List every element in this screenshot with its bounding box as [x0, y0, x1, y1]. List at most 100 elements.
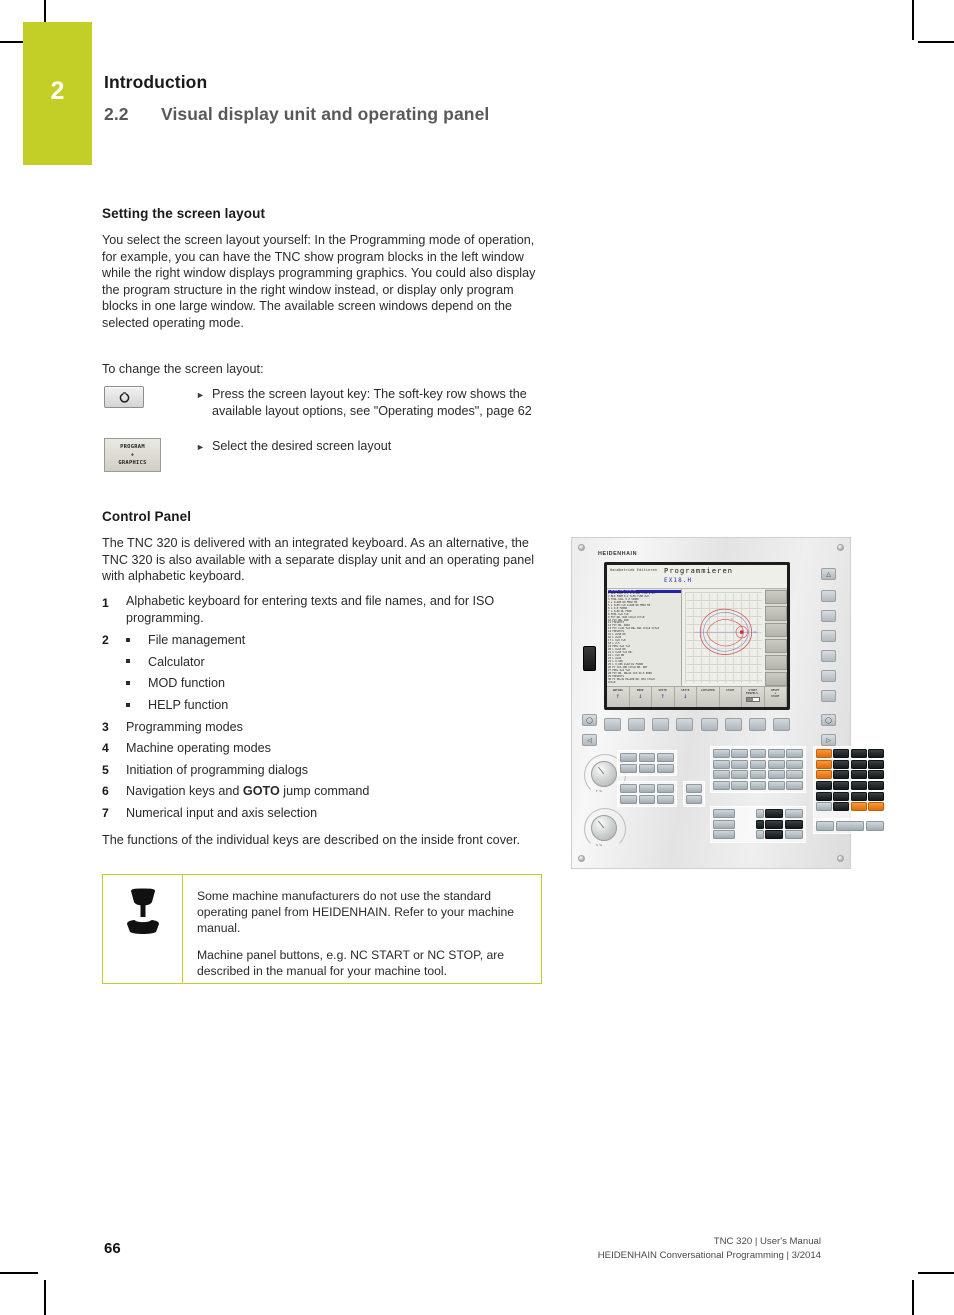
key-page-down[interactable] [784, 830, 803, 840]
key-tool-def[interactable] [713, 749, 730, 759]
key-1[interactable] [833, 770, 850, 780]
key-7[interactable] [833, 749, 850, 759]
key-blank-1[interactable] [638, 753, 656, 763]
key-programming[interactable] [686, 784, 702, 794]
key-arrow-up[interactable] [765, 809, 784, 819]
key-pgm-call[interactable] [786, 780, 803, 790]
key-cycle-call[interactable] [731, 770, 749, 780]
key-cycle-def[interactable] [713, 770, 730, 780]
key-manual-operation[interactable] [620, 784, 637, 794]
side-button-left-arrow[interactable]: ◁ [582, 734, 597, 746]
side-button-error[interactable]: △ [821, 568, 836, 580]
key-help[interactable] [657, 763, 674, 773]
key-end-bottom[interactable] [865, 821, 884, 832]
softkey-button[interactable] [700, 718, 718, 731]
softkey-button[interactable] [604, 718, 621, 731]
key-q-parameter[interactable] [850, 791, 867, 801]
key-3[interactable] [868, 770, 884, 780]
softkey-button[interactable] [748, 718, 766, 731]
vertical-softkey[interactable] [765, 671, 787, 686]
key-arrow-down[interactable] [765, 830, 784, 840]
vertical-softkey[interactable] [765, 590, 787, 605]
key-lbl-call[interactable] [731, 780, 749, 790]
key-5[interactable] [850, 759, 867, 769]
key-program-run[interactable] [686, 794, 702, 804]
key-arrow-left[interactable] [756, 819, 764, 829]
key-chamfer[interactable] [713, 759, 730, 769]
key-print-2[interactable] [713, 819, 736, 829]
key-single-block[interactable] [620, 794, 637, 804]
key-goto[interactable] [765, 819, 784, 829]
vertical-softkey[interactable] [765, 638, 787, 654]
key-percent[interactable] [833, 791, 850, 801]
key-print-3[interactable] [713, 830, 736, 840]
screen-softkey[interactable]: ENDE ↓ [629, 687, 652, 707]
side-button-softkey-6[interactable] [821, 690, 836, 702]
screen-softkey[interactable]: RESET + START [764, 687, 787, 707]
key-circle-c[interactable] [749, 759, 767, 769]
side-button-softkey-5[interactable] [821, 670, 836, 682]
key-full-sequence[interactable] [638, 794, 656, 804]
key-tool-call[interactable] [731, 749, 749, 759]
key-line-l[interactable] [786, 749, 803, 759]
softkey-button[interactable] [676, 718, 694, 731]
softkey-button[interactable] [652, 718, 670, 731]
screen-softkey[interactable]: ANFANG ↑ [607, 687, 630, 707]
screen-softkey[interactable]: SEITE ↑ [652, 687, 675, 707]
key-spec-fct-2[interactable] [767, 780, 785, 790]
key-0[interactable] [833, 780, 850, 790]
key-axis-y[interactable] [816, 759, 832, 769]
key-positioning-manual[interactable] [657, 784, 674, 794]
key-touch-probe[interactable] [749, 770, 767, 780]
screen-softkey[interactable]: SEITE ↓ [674, 687, 697, 707]
softkey-button[interactable] [724, 718, 742, 731]
screen-softkey[interactable]: START [719, 687, 742, 707]
key-approach-depart[interactable] [786, 770, 803, 780]
key-axis-v[interactable] [816, 791, 832, 801]
side-button-left-shift[interactable]: ◯ [582, 714, 597, 726]
key-lbl-set-2[interactable] [749, 780, 767, 790]
key-circle-ct[interactable] [767, 759, 785, 769]
key-home[interactable] [756, 809, 764, 819]
key-ce[interactable] [816, 802, 832, 812]
side-button-softkey-3[interactable] [821, 630, 836, 642]
side-button-screen-layout[interactable]: ◯ [821, 714, 836, 726]
key-calc-bottom[interactable] [816, 821, 835, 832]
side-button-softkey-2[interactable] [821, 610, 836, 622]
key-9[interactable] [868, 749, 884, 759]
softkey-button[interactable] [772, 718, 790, 731]
key-calc[interactable] [620, 763, 637, 773]
key-spec-fct[interactable] [749, 749, 767, 759]
key-pgm-mgt[interactable] [620, 753, 637, 763]
key-axis-z[interactable] [816, 770, 832, 780]
program-block-list[interactable]: 0 BEGIN PGM EX18 MM 1 BLK FORM 0.1 Z X-10… [607, 589, 681, 686]
key-sign-toggle[interactable] [868, 780, 884, 790]
key-decimal-point[interactable] [850, 780, 867, 790]
key-rounding-rnd[interactable] [786, 759, 803, 769]
key-erase[interactable] [657, 753, 674, 763]
key-fk-free-contour[interactable] [767, 770, 785, 780]
screen-softkey[interactable]: START EINZELS. [742, 687, 765, 707]
screen-softkey[interactable]: LOESCHEN [697, 687, 720, 707]
key-stop[interactable] [713, 780, 730, 790]
key-lbl-set[interactable] [767, 749, 785, 759]
vertical-softkey[interactable] [765, 606, 787, 621]
key-print[interactable] [713, 809, 736, 819]
screen-layout-key-icon[interactable] [104, 386, 144, 408]
key-2[interactable] [850, 770, 867, 780]
side-button-right-arrow[interactable]: ▷ [821, 734, 836, 746]
key-page-up[interactable] [784, 809, 803, 819]
key-8[interactable] [850, 749, 867, 759]
key-circle-cc[interactable] [731, 759, 749, 769]
key-axis-iv[interactable] [816, 780, 832, 790]
key-axis-x[interactable] [816, 749, 832, 759]
vertical-softkey[interactable] [765, 622, 787, 637]
key-noent[interactable] [850, 802, 867, 812]
vertical-softkey[interactable] [765, 655, 787, 670]
key-del[interactable] [833, 802, 850, 812]
key-end[interactable] [756, 830, 764, 840]
key-electronic-handwheel[interactable] [638, 784, 656, 794]
side-button-softkey-1[interactable] [821, 590, 836, 602]
key-actual-position[interactable] [868, 791, 884, 801]
spindle-override-knob[interactable] [591, 815, 617, 841]
